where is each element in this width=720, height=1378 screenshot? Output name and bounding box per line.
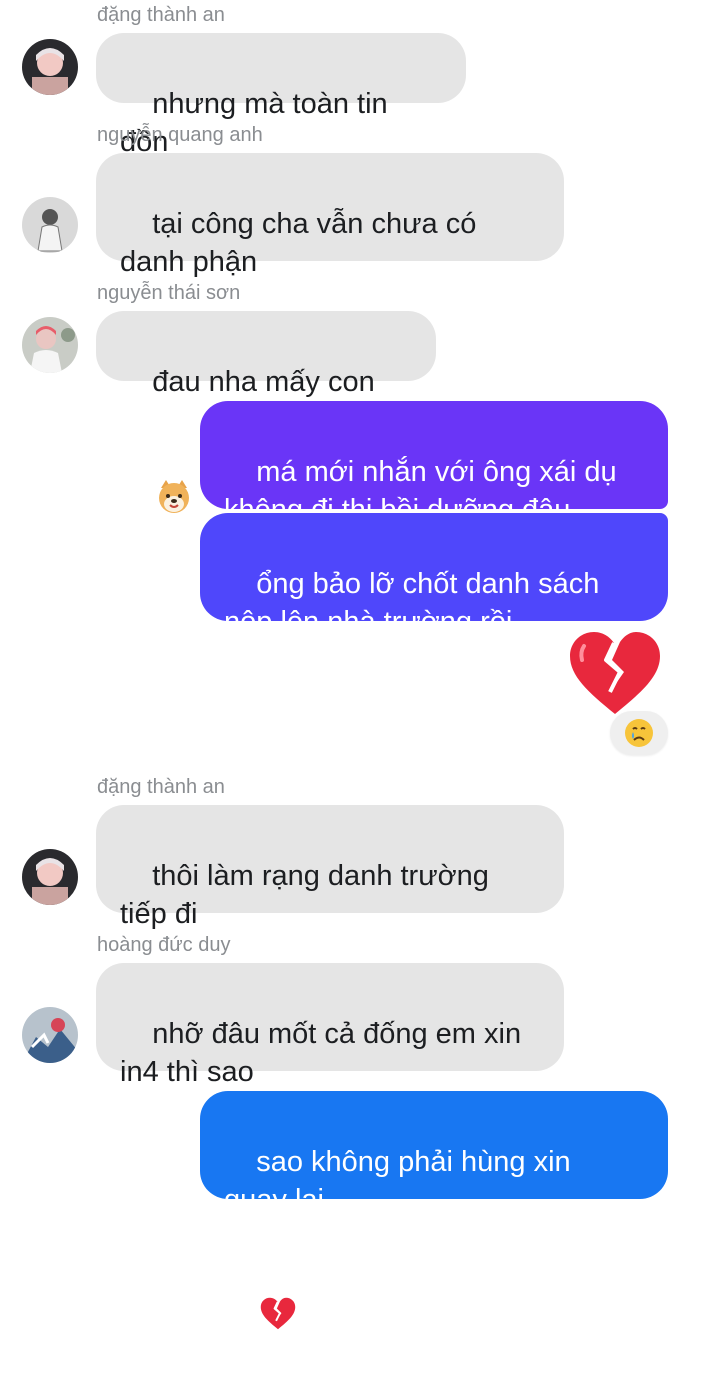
message-bubble[interactable]: má mới nhắn với ông xái dụ không đi thi … [200,401,668,526]
message-text: thôi làm rạng danh trường tiếp đi [120,860,489,930]
message-bubble[interactable]: đau nha mấy con [96,311,436,514]
message-reaction[interactable] [610,711,668,755]
message-text: nhỡ đâu mốt cả đống em xin in4 thì sao [120,1018,522,1088]
sender-name: nguyễn thái sơn [97,282,241,304]
avatar[interactable] [22,197,78,253]
sender-name: đặng thành an [97,776,225,798]
message-bubble[interactable]: ổng bảo lỡ chốt danh sách nộp lên nhà tr… [200,513,668,638]
message-text: sao không phải hùng xin quay lại [224,1146,571,1216]
sender-name: hoàng đức duy [97,934,231,956]
message-bubble[interactable]: nhưng mà toàn tin đồn [96,33,466,158]
message-bubble[interactable]: thôi làm rạng danh trường tiếp đi [96,805,564,930]
message-bubble[interactable]: tại công cha vẫn chưa có danh phận [96,153,564,278]
message-text: đau nha mấy con [152,366,375,398]
chat-thread[interactable]: đặng thành an nhưng mà toàn tin đồn nguy… [0,0,720,1330]
avatar[interactable] [22,39,78,95]
message-text: tại công cha vẫn chưa có danh phận [120,208,477,278]
avatar[interactable] [22,317,78,373]
avatar[interactable] [22,1007,78,1063]
sender-name: đặng thành an [97,4,225,26]
message-bubble[interactable]: sao không phải hùng xin quay lại [200,1091,668,1330]
dog-face-emoji [156,403,192,514]
message-bubble[interactable]: nhỡ đâu mốt cả đống em xin in4 thì sao [96,963,564,1088]
message-text: nhưng mà toàn tin đồn [120,88,396,158]
sender-name: nguyễn quang anh [97,124,263,146]
avatar[interactable] [22,849,78,905]
message-text: ổng bảo lỡ chốt danh sách nộp lên nhà tr… [224,568,600,638]
broken-heart-emoji[interactable] [568,630,662,721]
crying-face-emoji [625,719,653,747]
broken-heart-emoji [260,1221,296,1330]
